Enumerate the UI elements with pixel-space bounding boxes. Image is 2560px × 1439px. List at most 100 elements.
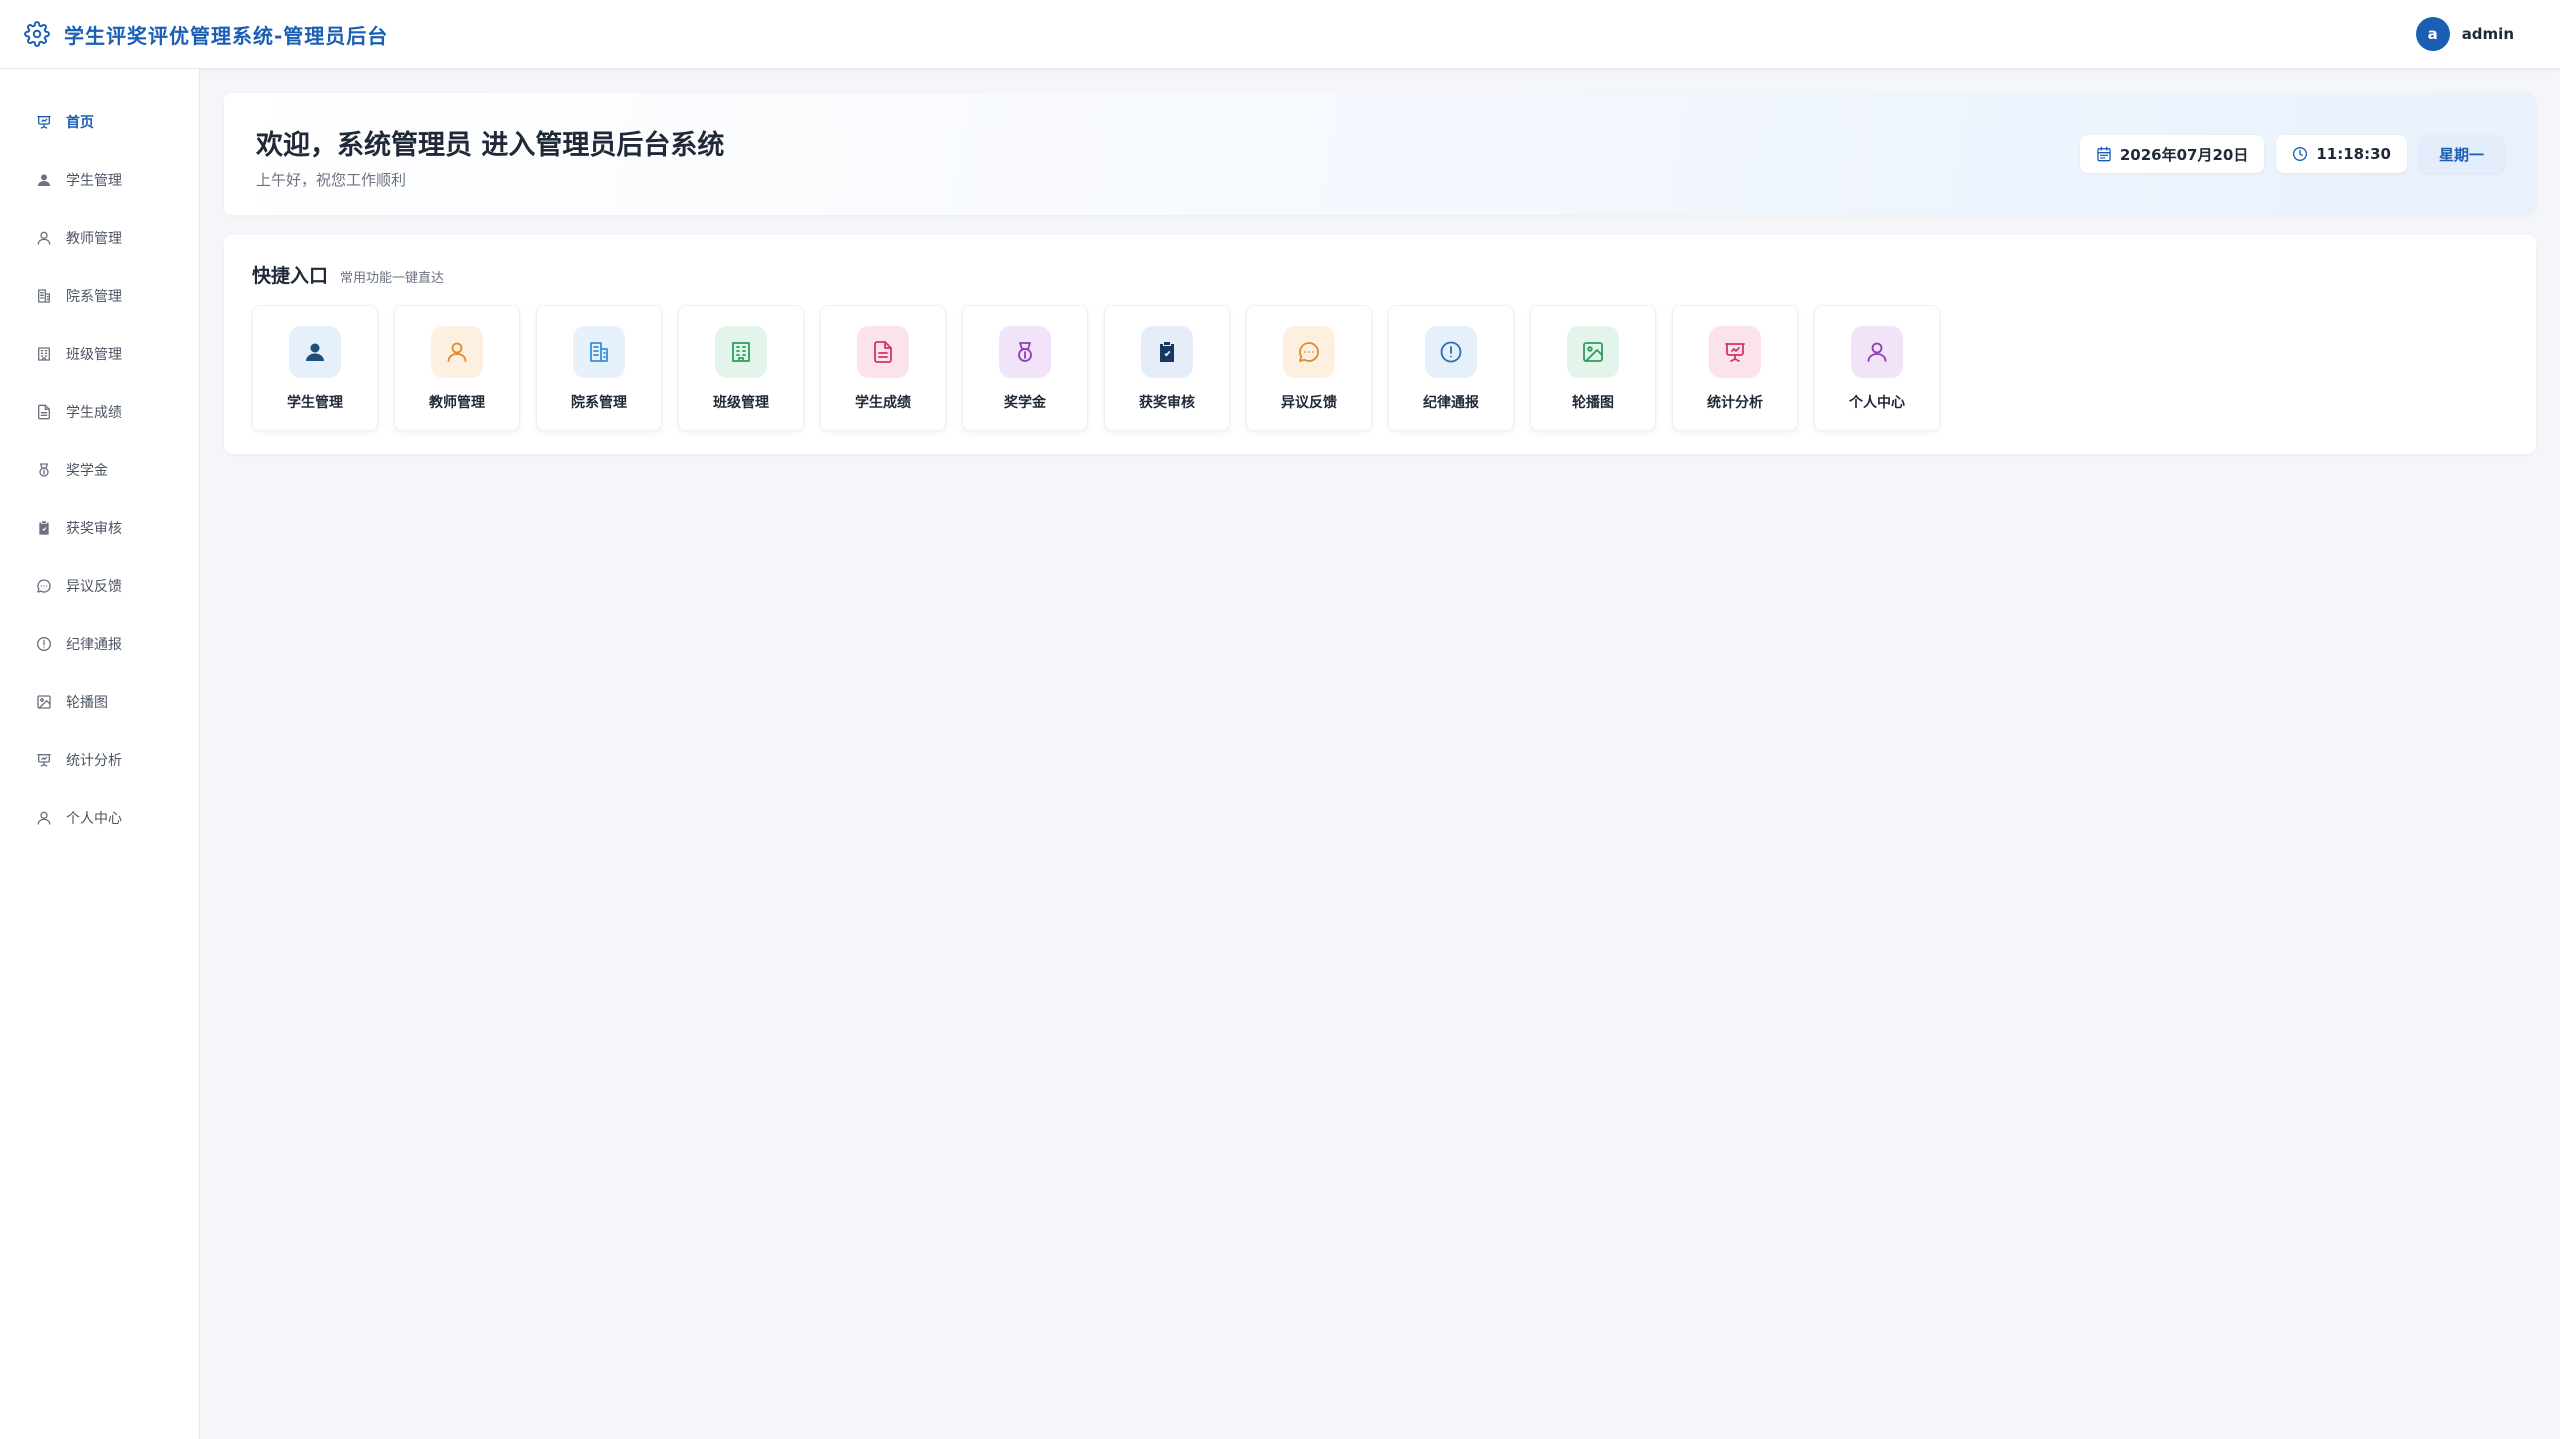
sidebar-item-label: 班级管理 [66, 347, 122, 363]
quick-card-icon-tile [999, 326, 1051, 378]
quick-card-label: 班级管理 [713, 395, 769, 411]
sidebar-item-label: 轮播图 [66, 695, 108, 711]
time-pill: 11:18:30 [2276, 135, 2407, 173]
sidebar-item-label: 奖学金 [66, 463, 108, 479]
user-solid-icon [36, 172, 52, 188]
sidebar-item-label: 首页 [66, 115, 94, 131]
avatar[interactable]: a [2415, 17, 2450, 51]
quick-card-icon-tile [1709, 326, 1761, 378]
sidebar-item-label: 教师管理 [66, 231, 122, 247]
chat-icon [1297, 340, 1321, 364]
username[interactable]: admin [2462, 25, 2514, 43]
sidebar-item-feedback[interactable]: 异议反馈 [0, 557, 199, 615]
quick-entry-title: 快捷入口 [252, 265, 329, 287]
quick-card-discipline[interactable]: 纪律通报 [1388, 305, 1514, 431]
sidebar-item-grades[interactable]: 学生成绩 [0, 383, 199, 441]
quick-card-icon-tile [1567, 326, 1619, 378]
quick-card-icon-tile [857, 326, 909, 378]
sidebar-item-label: 获奖审核 [66, 521, 122, 537]
sidebar-item-label: 个人中心 [66, 811, 122, 827]
quick-card-icon-tile [1425, 326, 1477, 378]
quick-entry-subtitle: 常用功能一键直达 [340, 271, 445, 286]
quick-card-icon-tile [1283, 326, 1335, 378]
sidebar-item-statistics[interactable]: 统计分析 [0, 731, 199, 789]
sidebar-item-teachers[interactable]: 教师管理 [0, 209, 199, 267]
user-outline-icon [36, 230, 52, 246]
quick-card-icon-tile [431, 326, 483, 378]
sidebar-item-home[interactable]: 首页 [0, 93, 199, 151]
clock-icon [2292, 146, 2308, 162]
office-icon [729, 340, 753, 364]
sidebar-item-scholarship[interactable]: 奖学金 [0, 441, 199, 499]
top-header: 学生评奖评优管理系统-管理员后台 a admin [0, 0, 2560, 69]
quick-card-label: 学生管理 [287, 395, 343, 411]
quick-entry-panel: 快捷入口 常用功能一键直达 学生管理 教师管理 院系管理 班级管理 学生成绩 奖… [224, 235, 2536, 454]
alert-circle-icon [36, 636, 52, 652]
quick-card-feedback[interactable]: 异议反馈 [1246, 305, 1372, 431]
sidebar-item-label: 纪律通报 [66, 637, 122, 653]
weekday-pill: 星期一 [2418, 135, 2504, 173]
user-outline-icon [36, 810, 52, 826]
quick-card-profile[interactable]: 个人中心 [1814, 305, 1940, 431]
quick-card-label: 奖学金 [1004, 395, 1046, 411]
quick-card-label: 个人中心 [1849, 395, 1905, 411]
sidebar-item-departments[interactable]: 院系管理 [0, 267, 199, 325]
datetime-group: 2026年07月20日 11:18:30 星期一 [2079, 135, 2504, 173]
user-outline-icon [1865, 340, 1889, 364]
clipboard-check-icon [36, 520, 52, 536]
quick-card-students[interactable]: 学生管理 [252, 305, 378, 431]
sidebar-item-students[interactable]: 学生管理 [0, 151, 199, 209]
sidebar: 首页 学生管理 教师管理 院系管理 班级管理 学生成绩 奖学金 获奖审核 异议反… [0, 69, 200, 1439]
quick-card-icon-tile [1851, 326, 1903, 378]
image-icon [36, 694, 52, 710]
gear-icon [24, 21, 50, 47]
quick-entry-header: 快捷入口 常用功能一键直达 [252, 261, 444, 288]
calendar-icon [2096, 146, 2112, 162]
quick-card-label: 统计分析 [1707, 395, 1763, 411]
clipboard-check-icon [1155, 340, 1179, 364]
quick-card-scholarship[interactable]: 奖学金 [962, 305, 1088, 431]
sidebar-item-carousel[interactable]: 轮播图 [0, 673, 199, 731]
alert-circle-icon [1439, 340, 1463, 364]
quick-card-carousel[interactable]: 轮播图 [1530, 305, 1656, 431]
quick-card-label: 获奖审核 [1139, 395, 1195, 411]
quick-card-label: 异议反馈 [1281, 395, 1337, 411]
quick-entry-cards: 学生管理 教师管理 院系管理 班级管理 学生成绩 奖学金 获奖审核 异议反馈 纪… [252, 305, 1940, 431]
user-solid-icon [303, 340, 327, 364]
quick-card-label: 院系管理 [571, 395, 627, 411]
date-text: 2026年07月20日 [2119, 145, 2249, 164]
presentation-icon [36, 114, 52, 130]
quick-card-departments[interactable]: 院系管理 [536, 305, 662, 431]
quick-card-icon-tile [715, 326, 767, 378]
quick-card-statistics[interactable]: 统计分析 [1672, 305, 1798, 431]
quick-card-icon-tile [573, 326, 625, 378]
quick-card-label: 纪律通报 [1423, 395, 1479, 411]
sidebar-item-discipline[interactable]: 纪律通报 [0, 615, 199, 673]
date-pill: 2026年07月20日 [2079, 135, 2265, 173]
sidebar-item-label: 统计分析 [66, 753, 122, 769]
sidebar-item-award-review[interactable]: 获奖审核 [0, 499, 199, 557]
welcome-banner: 欢迎，系统管理员 进入管理员后台系统 上午好，祝您工作顺利 2026年07月20… [224, 93, 2536, 215]
sidebar-item-label: 学生管理 [66, 173, 122, 189]
image-icon [1581, 340, 1605, 364]
time-text: 11:18:30 [2316, 145, 2391, 163]
presentation-icon [1723, 340, 1747, 364]
quick-card-award-review[interactable]: 获奖审核 [1104, 305, 1230, 431]
weekday-text: 星期一 [2438, 145, 2484, 164]
office-icon [36, 346, 52, 362]
app-title: 学生评奖评优管理系统-管理员后台 [64, 23, 389, 48]
user-menu[interactable]: a admin [2415, 17, 2514, 51]
sidebar-item-classes[interactable]: 班级管理 [0, 325, 199, 383]
quick-card-teachers[interactable]: 教师管理 [394, 305, 520, 431]
sidebar-item-profile[interactable]: 个人中心 [0, 789, 199, 847]
quick-card-icon-tile [289, 326, 341, 378]
building-icon [587, 340, 611, 364]
quick-card-grades[interactable]: 学生成绩 [820, 305, 946, 431]
document-icon [36, 404, 52, 420]
quick-card-icon-tile [1141, 326, 1193, 378]
quick-card-classes[interactable]: 班级管理 [678, 305, 804, 431]
quick-card-label: 轮播图 [1572, 395, 1614, 411]
sidebar-item-label: 院系管理 [66, 289, 122, 305]
document-icon [871, 340, 895, 364]
user-outline-icon [445, 340, 469, 364]
